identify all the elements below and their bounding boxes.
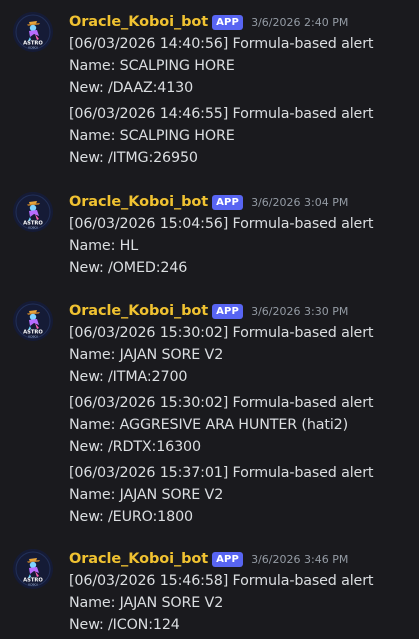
avatar-subwordmark: KOBOI: [28, 46, 38, 50]
username[interactable]: Oracle_Koboi_bot: [69, 194, 208, 210]
timestamp[interactable]: 3/6/2026 2:40 PM: [251, 16, 348, 29]
username[interactable]: Oracle_Koboi_bot: [69, 303, 208, 319]
alert-new: New: /DAAZ:4130: [69, 80, 194, 96]
alert-title: [06/03/2026 15:30:02] Formula-based aler…: [69, 325, 374, 341]
alert-title: [06/03/2026 15:30:02] Formula-based aler…: [69, 395, 374, 411]
alert-new: New: /ICON:124: [69, 617, 180, 633]
alert-name: Name: SCALPING HORE: [69, 128, 235, 144]
timestamp[interactable]: 3/6/2026 3:04 PM: [251, 196, 348, 209]
alert-title: [06/03/2026 14:46:55] Formula-based aler…: [69, 106, 374, 122]
avatar[interactable]: ASTRO KOBOI: [13, 301, 53, 341]
alert-name: Name: AGGRESIVE ARA HUNTER (hati2): [69, 417, 349, 433]
avatar-subwordmark: KOBOI: [28, 583, 38, 587]
username[interactable]: Oracle_Koboi_bot: [69, 14, 208, 30]
alert-new: New: /OMED:246: [69, 260, 188, 276]
alert-name: Name: HL: [69, 238, 139, 254]
alert-new: New: /ITMA:2700: [69, 369, 188, 385]
alert-new: New: /ITMG:26950: [69, 150, 198, 166]
astro-koboi-logo-icon: ASTRO KOBOI: [13, 549, 53, 589]
message-header: Oracle_Koboi_bot APP 3/6/2026 3:30 PM: [69, 301, 348, 321]
avatar[interactable]: ASTRO KOBOI: [13, 192, 53, 232]
alert-title: [06/03/2026 14:40:56] Formula-based aler…: [69, 36, 374, 52]
alert-new: New: /EURO:1800: [69, 509, 193, 525]
username[interactable]: Oracle_Koboi_bot: [69, 551, 208, 567]
alert-name: Name: JAJAN SORE V2: [69, 487, 224, 503]
avatar[interactable]: ASTRO KOBOI: [13, 12, 53, 52]
message-header: Oracle_Koboi_bot APP 3/6/2026 3:46 PM: [69, 549, 348, 569]
app-badge: APP: [212, 303, 244, 319]
message-feed: ASTRO KOBOI Oracle_Koboi_bot APP 3/6/2026 …: [0, 0, 419, 639]
timestamp[interactable]: 3/6/2026 3:30 PM: [251, 305, 348, 318]
app-badge: APP: [212, 551, 244, 567]
timestamp[interactable]: 3/6/2026 3:46 PM: [251, 553, 348, 566]
avatar-subwordmark: KOBOI: [28, 226, 38, 230]
avatar-subwordmark: KOBOI: [28, 335, 38, 339]
alert-title: [06/03/2026 15:46:58] Formula-based aler…: [69, 573, 374, 589]
app-badge: APP: [212, 14, 244, 30]
astro-koboi-logo-icon: ASTRO KOBOI: [13, 12, 53, 52]
alert-name: Name: JAJAN SORE V2: [69, 347, 224, 363]
message-header: Oracle_Koboi_bot APP 3/6/2026 3:04 PM: [69, 192, 348, 212]
alert-name: Name: JAJAN SORE V2: [69, 595, 224, 611]
astro-koboi-logo-icon: ASTRO KOBOI: [13, 301, 53, 341]
astro-koboi-logo-icon: ASTRO KOBOI: [13, 192, 53, 232]
message-header: Oracle_Koboi_bot APP 3/6/2026 2:40 PM: [69, 12, 348, 32]
avatar[interactable]: ASTRO KOBOI: [13, 549, 53, 589]
alert-name: Name: SCALPING HORE: [69, 58, 235, 74]
alert-new: New: /RDTX:16300: [69, 439, 201, 455]
app-badge: APP: [212, 194, 244, 210]
alert-title: [06/03/2026 15:04:56] Formula-based aler…: [69, 216, 374, 232]
alert-title: [06/03/2026 15:37:01] Formula-based aler…: [69, 465, 374, 481]
